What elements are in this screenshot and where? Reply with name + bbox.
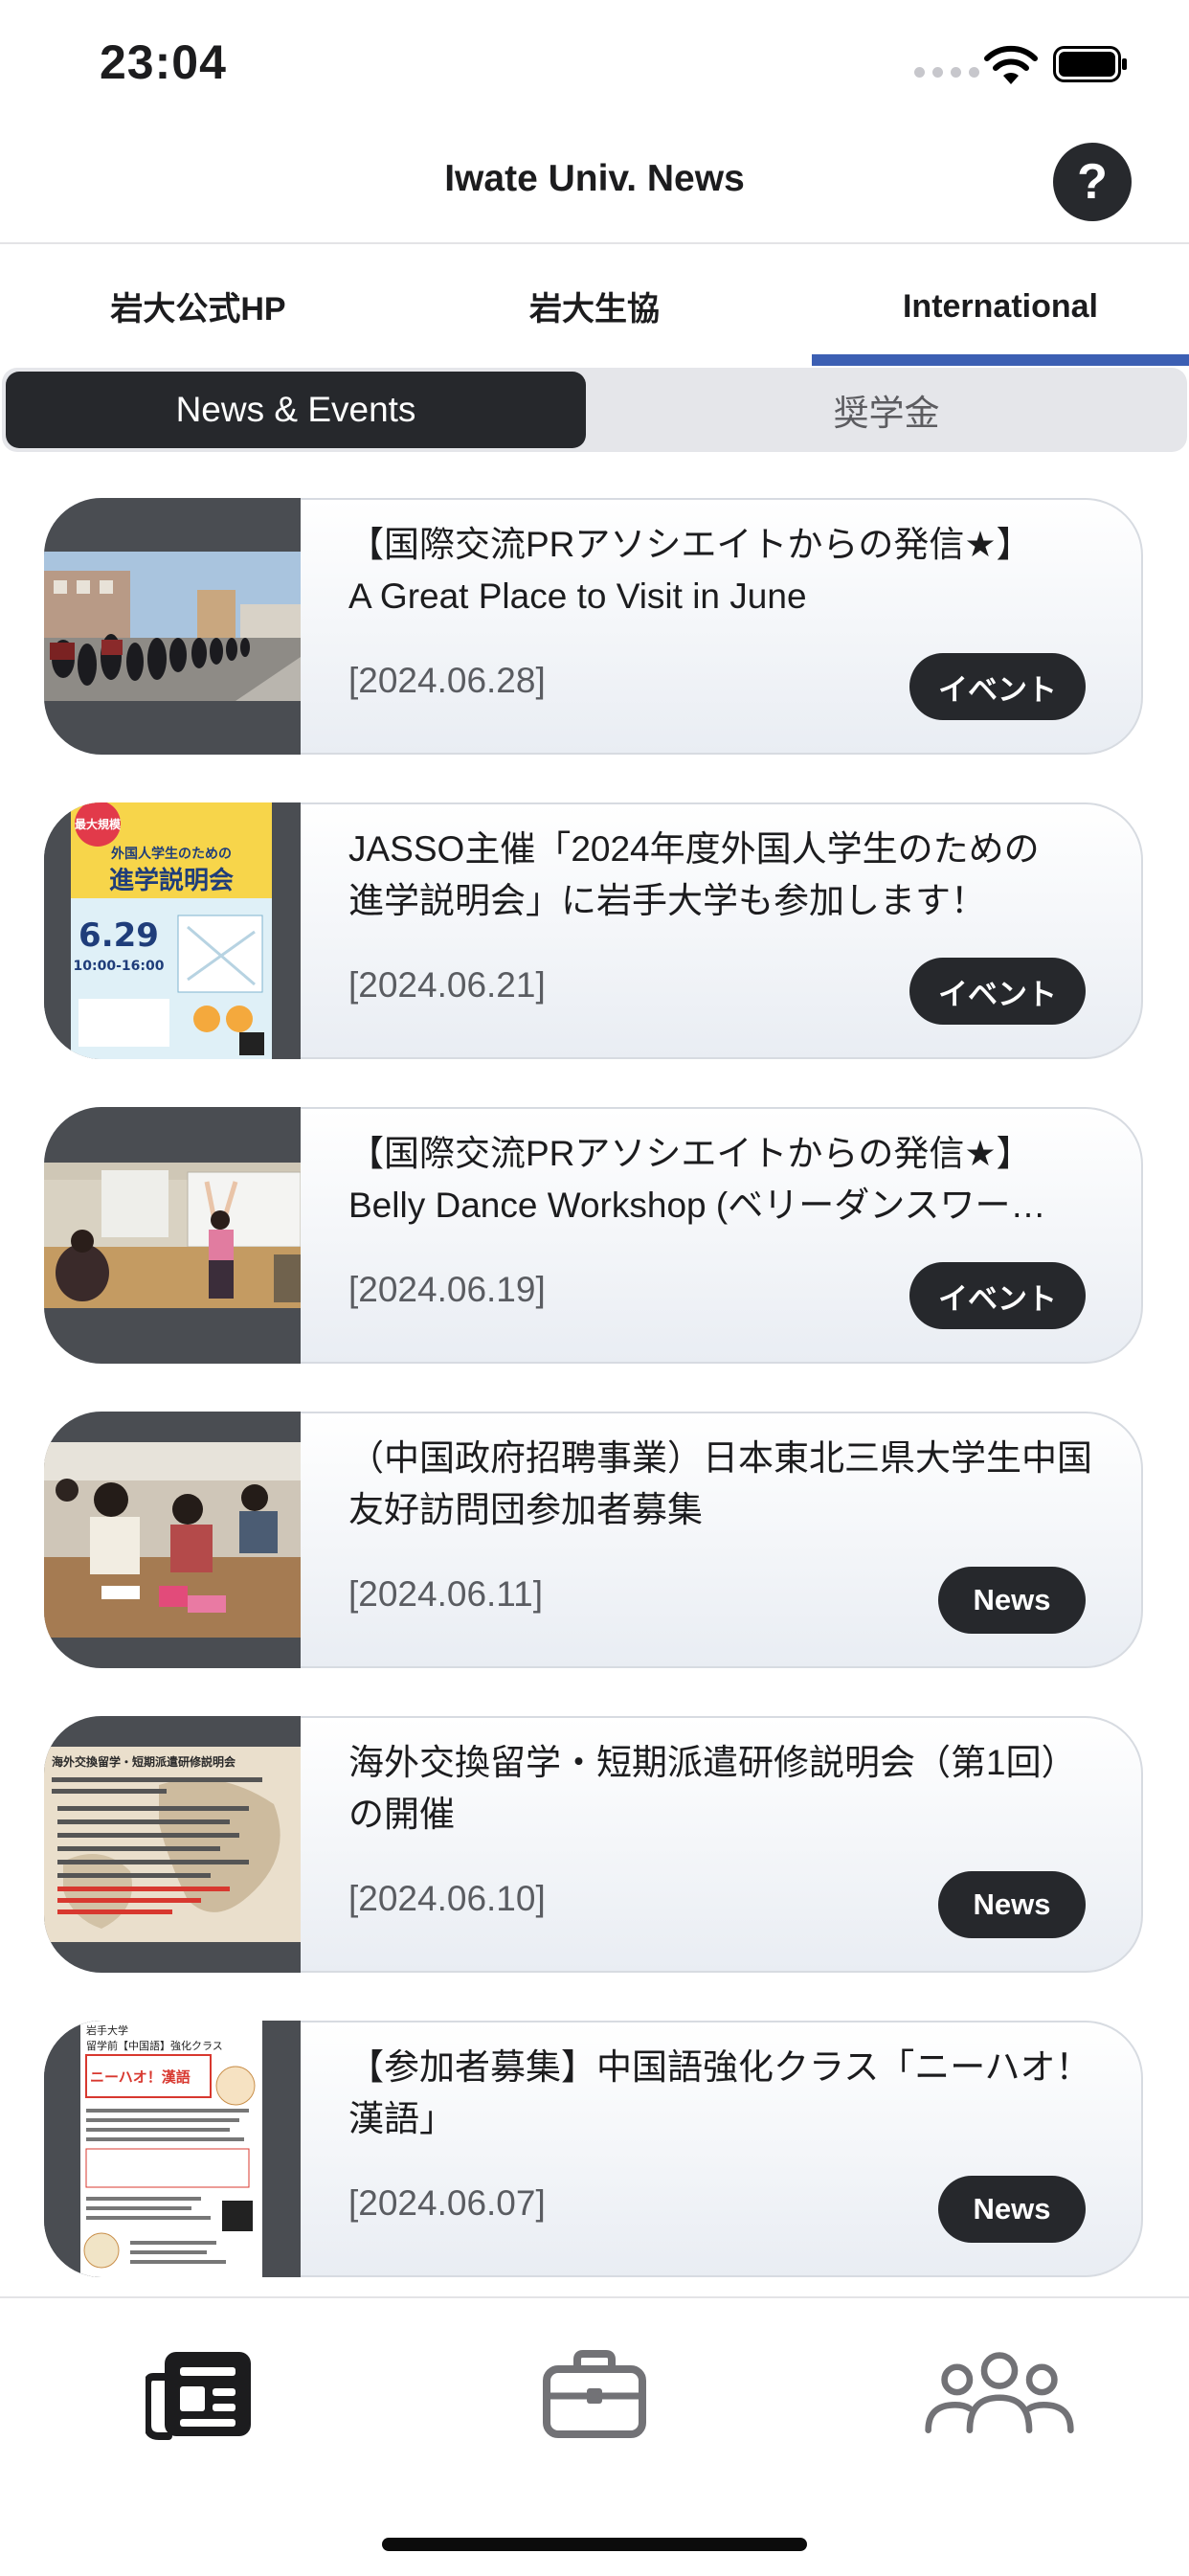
classroom-photo	[44, 1442, 301, 1638]
news-thumbnail	[44, 1412, 301, 1668]
bottom-tab-news[interactable]	[132, 2337, 266, 2452]
news-thumbnail: 海外交換留学・短期派遣研修説明会	[44, 1716, 301, 1973]
cellular-signal-icon	[914, 67, 979, 78]
newspaper-icon	[146, 2352, 251, 2440]
study-abroad-flyer-image: 海外交換留学・短期派遣研修説明会	[44, 1747, 301, 1942]
news-date: [2024.06.11]	[348, 1574, 543, 1614]
poster-date: 6.29	[79, 916, 159, 955]
news-date: [2024.06.10]	[348, 1879, 546, 1918]
chinese-class-flyer-image: 岩手大学 留学前【中国語】強化クラス ニーハオ！漢語	[44, 2021, 301, 2277]
news-title: 【国際交流PRアソシエイトからの発信★】 A Great Place to Vi…	[348, 525, 1032, 616]
briefcase-icon	[543, 2350, 646, 2438]
status-bar: 23:04	[0, 0, 1189, 129]
festival-street-photo	[44, 552, 301, 701]
tab-iwate-coop[interactable]: 岩大生協	[396, 244, 793, 367]
dance-workshop-photo	[44, 1163, 301, 1308]
top-tab-bar: 岩大公式HP 岩大生協 International	[0, 244, 1189, 367]
poster-tag: 最大規模	[75, 817, 122, 831]
jasso-poster-image: 最大規模 外国人学生のための 進学説明会 6.29 10:00-16:00	[44, 802, 301, 1059]
news-title: 【国際交流PRアソシエイトからの発信★】 Belly Dance Worksho…	[348, 1134, 1046, 1225]
news-thumbnail	[44, 498, 301, 755]
page-title: Iwate Univ. News	[444, 158, 745, 199]
news-title: 海外交換留学・短期派遣研修説明会（第1回） の開催	[348, 1743, 1077, 1834]
help-button[interactable]: ?	[1053, 143, 1132, 221]
bottom-tab-jobs[interactable]	[527, 2337, 662, 2452]
tab-international[interactable]: International	[812, 244, 1189, 367]
news-card[interactable]: （中国政府招聘事業）日本東北三県大学生中国 友好訪問団参加者募集 [2024.0…	[44, 1412, 1143, 1668]
bottom-tab-community[interactable]	[923, 2337, 1076, 2452]
flyer-title: 留学前【中国語】強化クラス	[86, 2039, 223, 2052]
poster-time: 10:00-16:00	[74, 959, 165, 974]
news-thumbnail: 岩手大学 留学前【中国語】強化クラス ニーハオ！漢語	[44, 2021, 301, 2277]
battery-icon	[1053, 46, 1127, 82]
flyer-org: 岩手大学	[86, 2023, 128, 2037]
news-card[interactable]: 海外交換留学・短期派遣研修説明会 海外交換留学・短期派遣研修説明会（第1回） の…	[44, 1716, 1143, 1973]
tab-iwate-univ-hp[interactable]: 岩大公式HP	[0, 244, 396, 367]
news-date: [2024.06.07]	[348, 2183, 546, 2223]
segment-news-events[interactable]: News & Events	[6, 372, 586, 448]
category-badge: News	[938, 2176, 1086, 2243]
news-list[interactable]: 【国際交流PRアソシエイトからの発信★】 A Great Place to Vi…	[0, 452, 1189, 2296]
category-badge: イベント	[909, 653, 1086, 720]
news-date: [2024.06.28]	[348, 661, 546, 700]
news-date: [2024.06.19]	[348, 1270, 546, 1309]
news-title: 【参加者募集】中国語強化クラス「ニーハオ！ 漢語」	[348, 2047, 1091, 2138]
news-thumbnail	[44, 1107, 301, 1364]
tab-selection-indicator	[812, 354, 1189, 366]
segment-scholarship[interactable]: 奨学金	[590, 372, 1183, 448]
flyer-subtitle: ニーハオ！漢語	[90, 2068, 191, 2086]
people-icon	[925, 2352, 1074, 2433]
news-thumbnail: 最大規模 外国人学生のための 進学説明会 6.29 10:00-16:00	[44, 802, 301, 1059]
news-title: （中国政府招聘事業）日本東北三県大学生中国 友好訪問団参加者募集	[348, 1438, 1092, 1529]
category-badge: News	[938, 1871, 1086, 1938]
news-date: [2024.06.21]	[348, 965, 546, 1005]
category-badge: イベント	[909, 958, 1086, 1025]
wifi-icon	[984, 45, 1038, 84]
status-time: 23:04	[100, 35, 227, 89]
news-card[interactable]: 岩手大学 留学前【中国語】強化クラス ニーハオ！漢語 【参加者募集】中国語強化ク…	[44, 2021, 1143, 2277]
home-indicator	[382, 2538, 807, 2551]
category-badge: イベント	[909, 1262, 1086, 1329]
news-card[interactable]: 【国際交流PRアソシエイトからの発信★】 A Great Place to Vi…	[44, 498, 1143, 755]
flyer-title: 海外交換留学・短期派遣研修説明会	[52, 1754, 236, 1769]
news-title: JASSO主催「2024年度外国人学生のための 進学説明会」に岩手大学も参加しま…	[348, 829, 1040, 920]
category-badge: News	[938, 1567, 1086, 1634]
poster-title: 進学説明会	[109, 866, 234, 895]
poster-heading: 外国人学生のための	[111, 846, 232, 862]
bottom-tab-bar	[0, 2296, 1189, 2576]
news-card[interactable]: 【国際交流PRアソシエイトからの発信★】 Belly Dance Worksho…	[44, 1107, 1143, 1364]
segmented-control: News & Events 奨学金	[2, 368, 1187, 452]
news-card[interactable]: 最大規模 外国人学生のための 進学説明会 6.29 10:00-16:00 JA…	[44, 802, 1143, 1059]
navigation-bar: Iwate Univ. News ?	[0, 129, 1189, 244]
